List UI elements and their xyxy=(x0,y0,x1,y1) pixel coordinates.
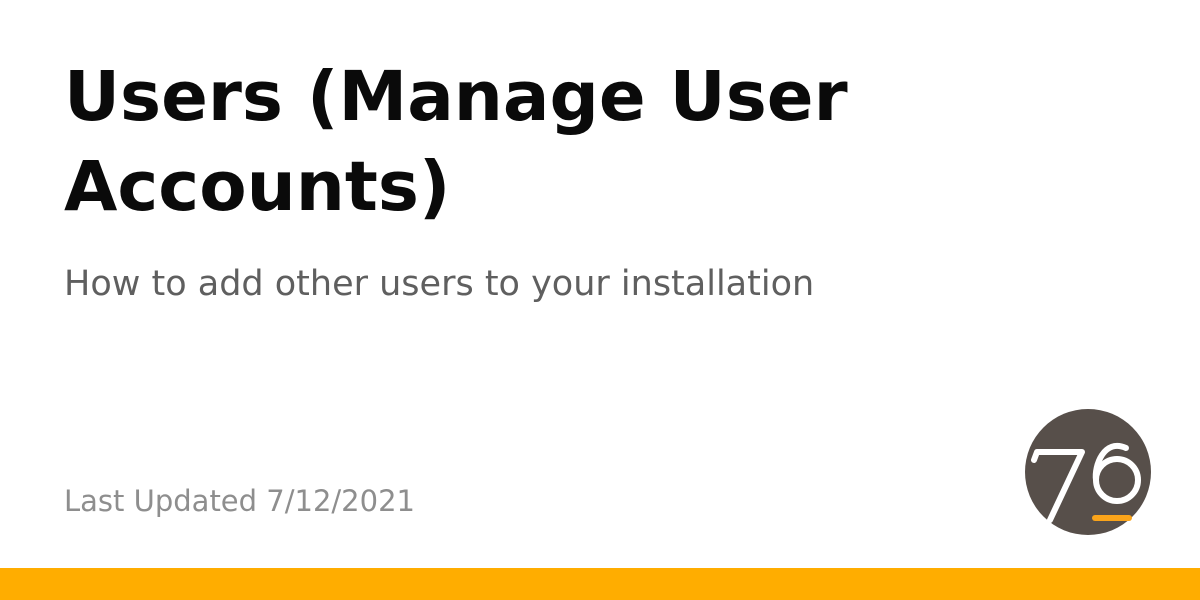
social-card: Users (Manage User Accounts) How to add … xyxy=(0,0,1200,600)
page-title: Users (Manage User Accounts) xyxy=(64,57,848,227)
page-subtitle: How to add other users to your installat… xyxy=(64,264,815,304)
system76-logo-icon xyxy=(1025,409,1151,535)
last-updated-label: Last Updated 7/12/2021 xyxy=(64,484,415,518)
logo-circle xyxy=(1025,409,1151,535)
footer-accent-bar xyxy=(0,568,1200,600)
logo-underline xyxy=(1092,515,1132,521)
